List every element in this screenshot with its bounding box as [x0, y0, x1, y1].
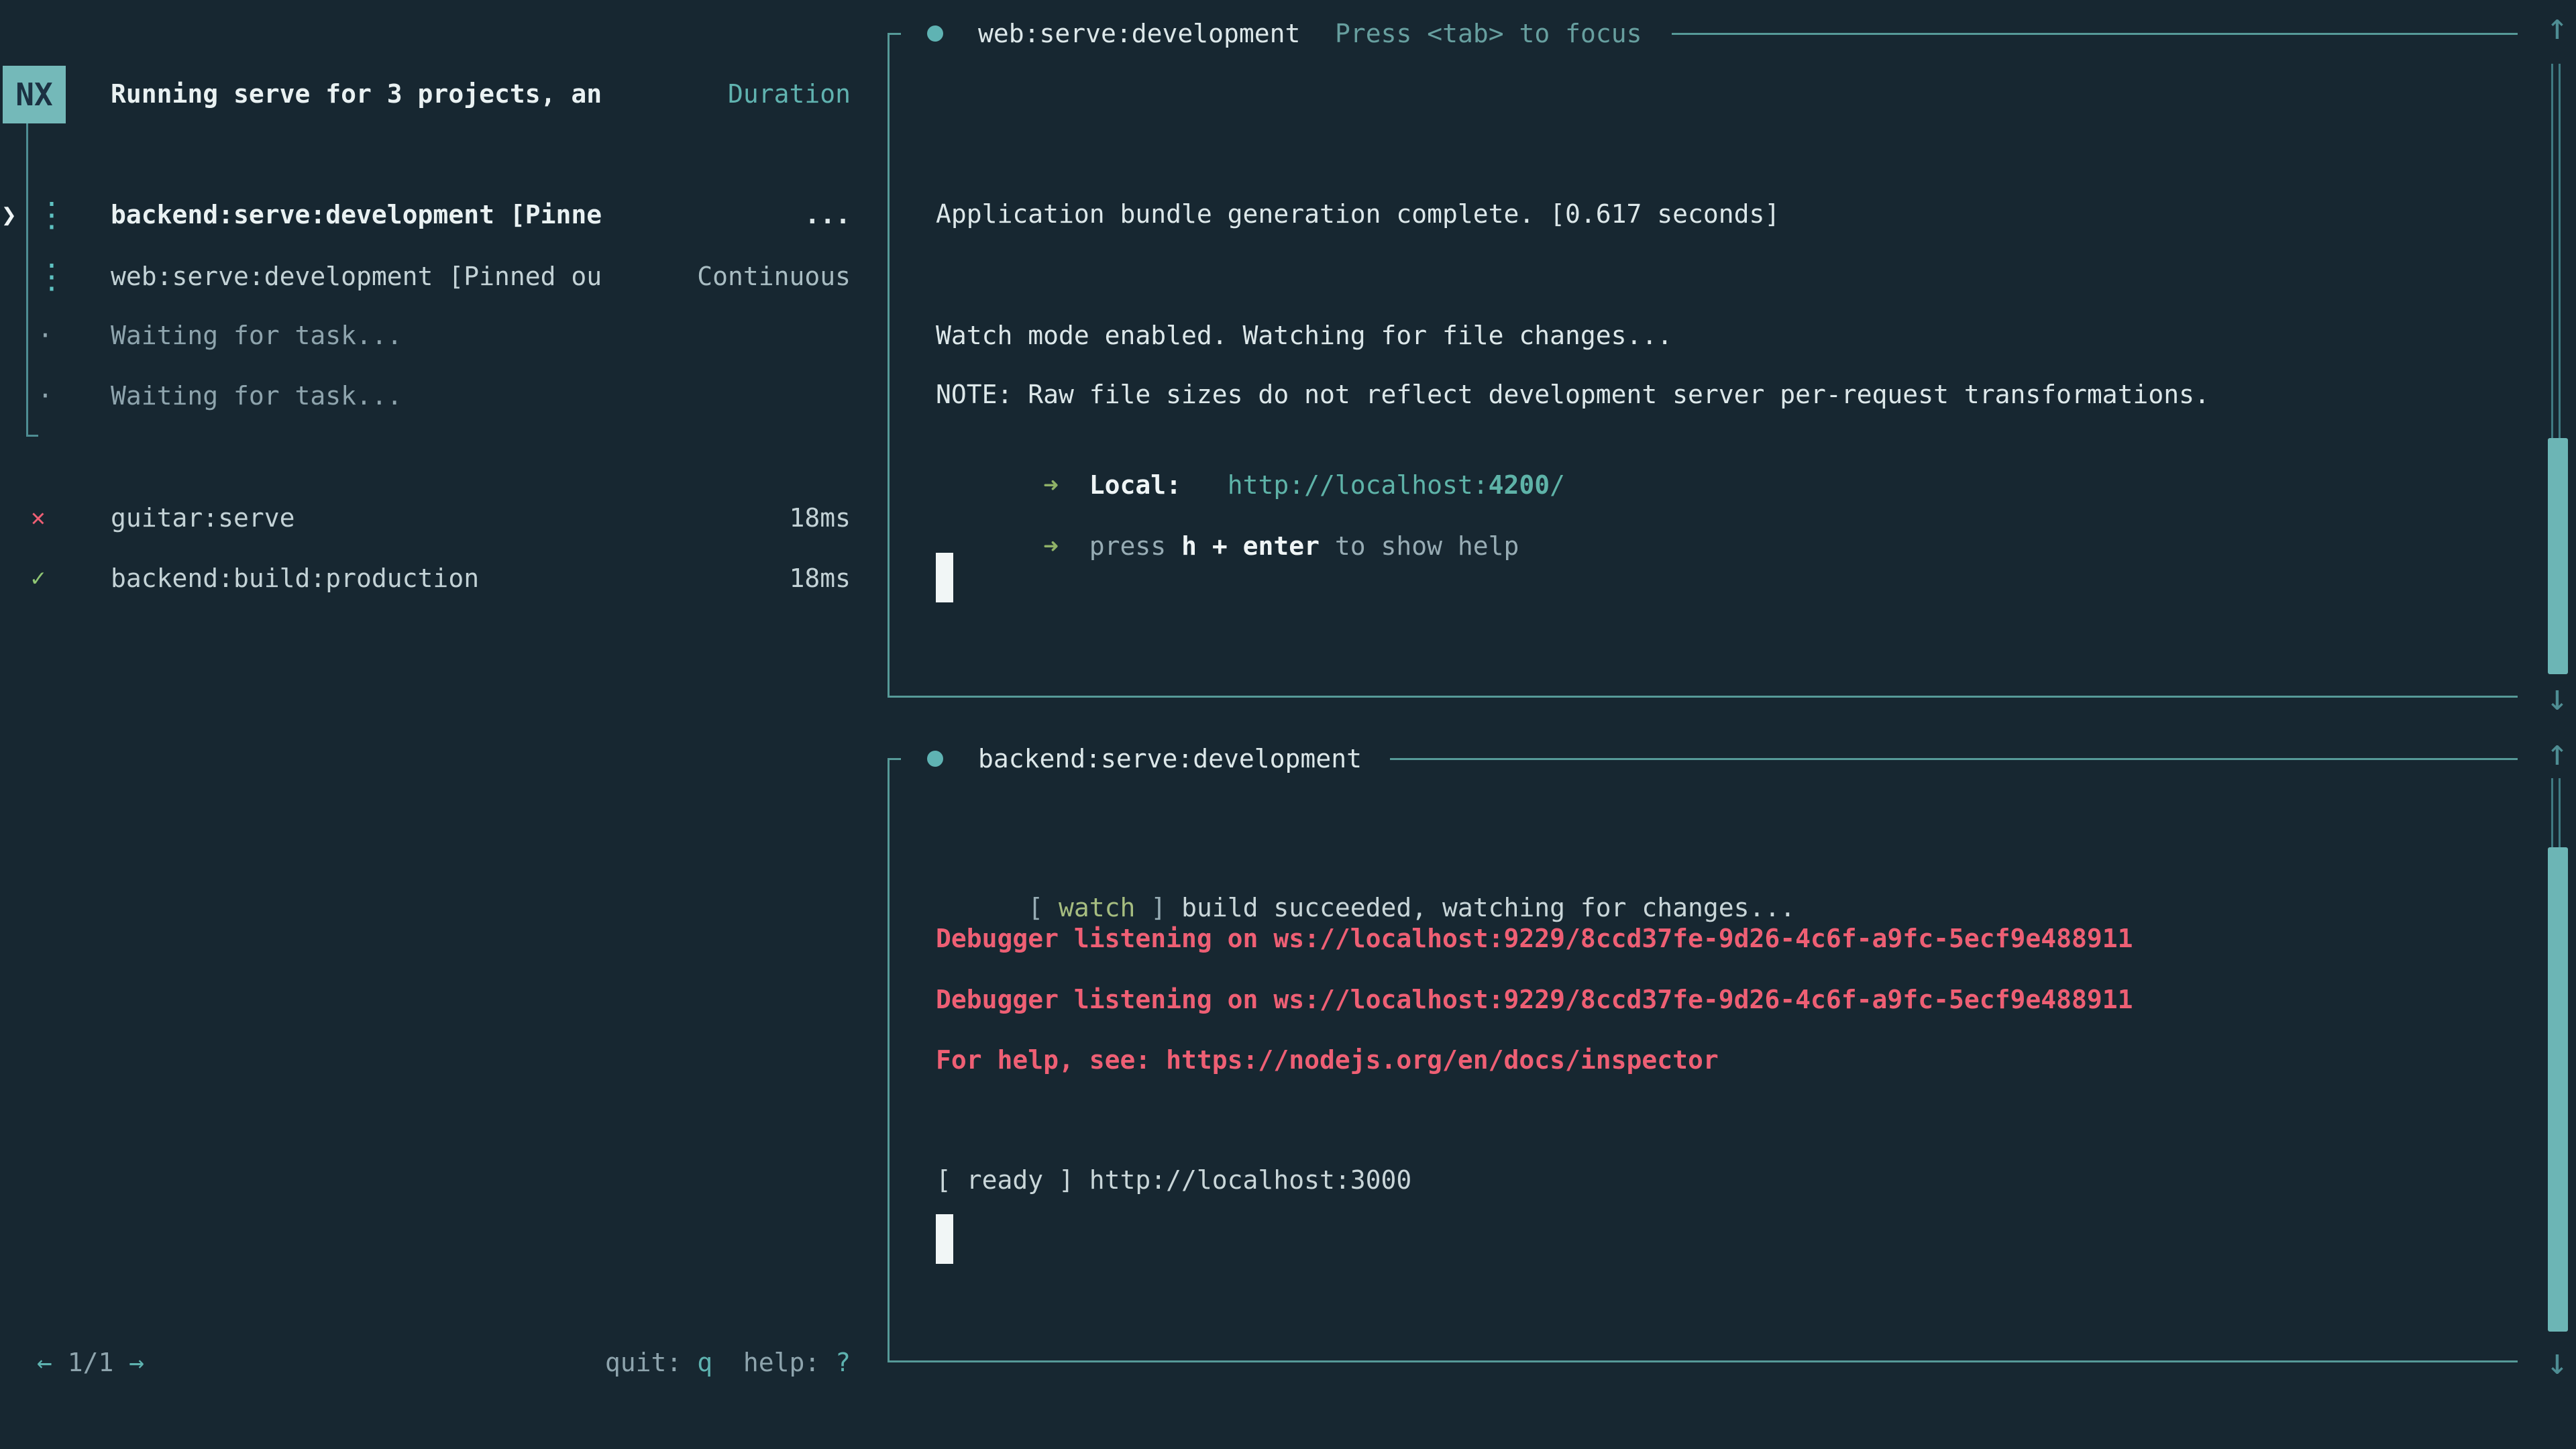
scrollbar-thumb[interactable]: [2548, 438, 2568, 674]
scrollbar-track[interactable]: [2551, 64, 2561, 438]
scrollbar-thumb[interactable]: [2548, 847, 2568, 1332]
task-label: Waiting for task...: [111, 321, 402, 350]
selected-caret-icon: ❯: [1, 200, 17, 229]
help-key: ?: [835, 1348, 851, 1377]
scroll-down-icon[interactable]: ↓: [2540, 1340, 2575, 1383]
bottom-pane-left-border: [888, 759, 890, 1360]
task-tree-corner: [26, 435, 38, 437]
quit-key: q: [697, 1348, 712, 1377]
help-hint-label: help:: [712, 1348, 835, 1377]
task-row-guitar-serve[interactable]: ✕ guitar:serve 18ms: [0, 502, 892, 534]
top-pane-header-rule: [1672, 33, 2518, 35]
gap: [1181, 470, 1228, 500]
task-label: Waiting for task...: [111, 381, 402, 411]
spinner-icon: ⋮: [35, 195, 68, 234]
top-pane-bottom-border: [888, 696, 2518, 698]
log-line-debugger-2: Debugger listening on ws://localhost:922…: [936, 985, 2133, 1014]
running-dot-icon: [927, 751, 943, 767]
scroll-up-icon[interactable]: ↑: [2540, 731, 2575, 773]
terminal-cursor: [936, 1214, 953, 1264]
duration-column-header: Duration: [728, 79, 851, 109]
task-duration: 18ms: [789, 503, 851, 533]
running-dot-icon: [927, 25, 943, 42]
bullet-icon: ·: [38, 381, 53, 411]
bullet-icon: ·: [38, 321, 53, 350]
bracket-close: ]: [1135, 893, 1181, 922]
task-label: backend:build:production: [111, 564, 479, 593]
log-line-watch-mode: Watch mode enabled. Watching for file ch…: [936, 321, 1672, 350]
log-line-ready: [ ready ] http://localhost:3000: [936, 1165, 1411, 1195]
local-label: Local:: [1089, 470, 1181, 500]
bottom-pane-bottom-border: [888, 1360, 2518, 1362]
top-pane-title: web:serve:development: [978, 19, 1300, 48]
spinner-icon: ⋮: [35, 257, 68, 296]
log-line-bundle: Application bundle generation complete. …: [936, 199, 1780, 229]
prev-page-arrow-icon[interactable]: ←: [37, 1348, 52, 1377]
terminal-cursor: [936, 553, 953, 602]
task-status-text: ...: [804, 200, 851, 229]
page-indicator: 1/1: [52, 1348, 129, 1377]
bracket-open: [: [1028, 893, 1059, 922]
quit-hint-label: quit:: [605, 1348, 697, 1377]
url-slash[interactable]: /: [1550, 470, 1565, 500]
task-duration: 18ms: [789, 564, 851, 593]
log-line-debugger-1: Debugger listening on ws://localhost:922…: [936, 924, 2133, 953]
key-combo: h + enter: [1181, 531, 1320, 561]
next-page-arrow-icon[interactable]: →: [129, 1348, 144, 1377]
task-label: backend:serve:development [Pinne: [111, 200, 602, 229]
bottom-pane-border-stub: [888, 758, 901, 760]
watch-tag: watch: [1059, 893, 1135, 922]
task-status-text: Continuous: [697, 262, 851, 291]
scrollbar-track[interactable]: [2551, 778, 2561, 847]
localhost-url[interactable]: http://localhost:: [1228, 470, 1489, 500]
keyboard-hints: quit: q help: ?: [605, 1348, 851, 1377]
top-pane-border-stub: [888, 33, 901, 35]
log-line-note: NOTE: Raw file sizes do not reflect deve…: [936, 380, 2210, 409]
localhost-port[interactable]: 4200: [1489, 470, 1550, 500]
log-line-help-hint: ➜ press h + enter to show help: [936, 502, 1519, 590]
task-list-title: Running serve for 3 projects, an: [111, 79, 602, 109]
task-row-waiting-2[interactable]: · Waiting for task...: [0, 380, 892, 412]
nx-tui-screen: NX Running serve for 3 projects, an Dura…: [0, 0, 2576, 1449]
top-pane-left-border: [888, 34, 890, 696]
pagination: ← 1/1 →: [37, 1348, 144, 1377]
task-row-web-serve[interactable]: ⋮ web:serve:development [Pinned ou Conti…: [0, 260, 892, 292]
task-label: web:serve:development [Pinned ou: [111, 262, 602, 291]
focus-hint: Press <tab> to focus: [1335, 19, 1642, 48]
scroll-down-icon[interactable]: ↓: [2540, 676, 2575, 718]
arrow-icon: ➜: [1028, 470, 1089, 500]
arrow-icon: ➜: [1028, 531, 1089, 561]
status-bar: ← 1/1 → quit: q help: ?: [0, 1346, 892, 1379]
press-text: press: [1089, 531, 1181, 561]
task-row-backend-build[interactable]: ✓ backend:build:production 18ms: [0, 562, 892, 594]
task-row-waiting-1[interactable]: · Waiting for task...: [0, 319, 892, 352]
bottom-pane-header-rule: [1390, 758, 2518, 760]
task-list-header: Running serve for 3 projects, an Duratio…: [0, 79, 892, 111]
log-line-inspector-help: For help, see: https://nodejs.org/en/doc…: [936, 1045, 1719, 1075]
bottom-pane-title: backend:serve:development: [978, 744, 1362, 773]
task-row-backend-serve[interactable]: ❯ ⋮ backend:serve:development [Pinne ...: [0, 199, 892, 231]
build-text: build succeeded, watching for changes...: [1181, 893, 1795, 922]
task-success-icon: ✓: [31, 565, 46, 592]
help-text: to show help: [1320, 531, 1519, 561]
task-label: guitar:serve: [111, 503, 295, 533]
scroll-up-icon[interactable]: ↑: [2540, 5, 2575, 48]
task-failed-icon: ✕: [31, 504, 46, 532]
